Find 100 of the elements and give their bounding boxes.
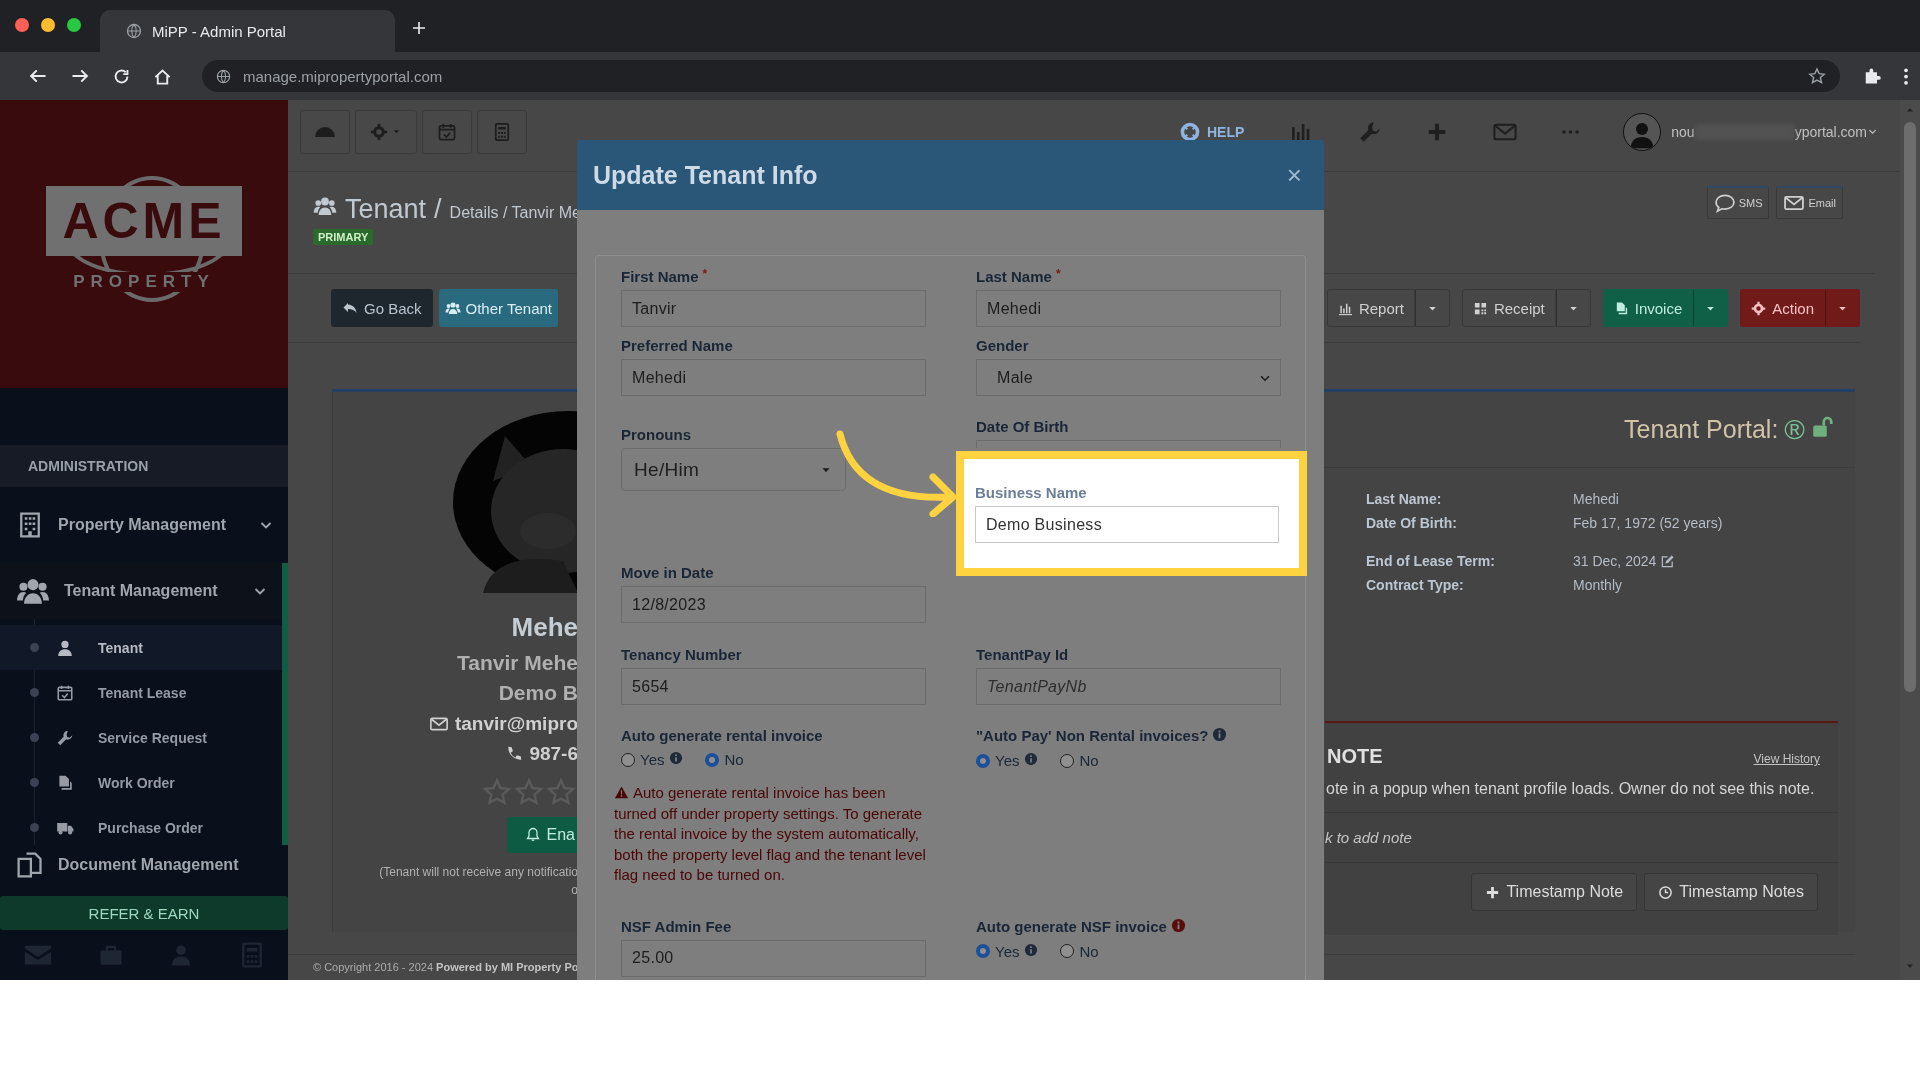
minimize-window-button[interactable] [41,18,55,32]
field-label: Preferred Name [621,337,733,355]
field-label: TenantPay Id [976,646,1069,664]
timestamp-note-button[interactable]: Timestamp Note [1471,873,1638,911]
input-field[interactable]: Demo Business [975,506,1279,543]
menu-icon [1904,67,1908,85]
close-button[interactable]: × [1286,159,1302,191]
refer-button[interactable]: REFER & EARN [0,896,288,930]
maximize-window-button[interactable] [67,18,81,32]
more-icon [1562,129,1580,134]
bookmark-star-icon [1808,67,1826,85]
browser-tab[interactable]: MiPP - Admin Portal [100,10,395,52]
radio-button[interactable] [621,752,635,767]
star-icon [546,777,576,807]
message-button[interactable]: Email [1776,186,1843,219]
sidebar-item[interactable]: Tenant Lease [0,670,282,715]
field-label: Move in Date [621,564,714,582]
radio-label[interactable]: No [1079,752,1099,769]
globe-icon [126,23,142,39]
input-field[interactable]: Mehedi [621,359,926,396]
registered-mark: ® [1784,413,1805,446]
dropdown-toggle[interactable] [1555,289,1591,327]
dashboard-button[interactable] [300,109,350,154]
timestamp-notes-button[interactable]: Timestamp Notes [1644,873,1818,911]
lifebuoy-icon [1178,120,1201,143]
required-mark: * [1055,268,1061,280]
add-note-link[interactable]: k to add note [1325,813,1838,863]
close-window-button[interactable] [15,18,29,32]
tenant-name: Mehe [511,612,578,643]
sidebar-item[interactable]: Service Request [0,715,282,760]
portal-title: Tenant Portal: [1624,415,1779,444]
note-title: NOTE [1327,745,1383,768]
scrollbar[interactable] [1900,100,1920,980]
detail-value: Feb 17, 1972 (52 years) [1573,515,1723,531]
detail-label: Date Of Birth: [1366,515,1458,531]
radio-button[interactable] [705,752,720,767]
go-back-button[interactable]: Go Back [331,289,433,327]
modal-title: Update Tenant Info [593,160,818,190]
email-link[interactable]: tanvir@mipro [454,713,578,735]
action-button[interactable]: Receipt [1461,289,1556,327]
action-button[interactable]: Action [1740,289,1825,327]
input-field[interactable]: 5654 [621,668,926,705]
radio-button[interactable] [1060,753,1075,768]
message-button[interactable]: SMS [1706,186,1770,219]
calendar-button[interactable] [422,109,472,154]
gear-icon [1751,300,1767,316]
sidebar-item[interactable]: Tenant [0,625,282,670]
view-history-link[interactable]: View History [1753,752,1820,766]
unlocked-lock-icon [1811,414,1835,439]
input-field[interactable]: TenantPayNb [976,668,1281,705]
qr-code-icon [1472,300,1488,316]
input-field[interactable]: 25.00 [621,939,926,977]
dropdown-field[interactable]: He/Him [621,448,846,491]
radio-button[interactable] [976,753,990,768]
radio-label[interactable]: No [724,751,744,768]
plus-icon [1485,884,1501,900]
home-icon [153,66,172,86]
users-icon [444,300,461,316]
input-field[interactable]: Tanvir [621,290,926,327]
detail-value: Mehedi [1573,491,1619,507]
timeline-dot [30,778,39,787]
sidebar-group[interactable]: Property Management [0,499,288,551]
avatar[interactable] [1623,112,1662,151]
radio-button[interactable] [976,944,990,958]
settings-icon [370,122,388,141]
calculator-icon [492,121,512,142]
timeline-dot [30,688,39,697]
input-field[interactable]: 12/8/2023 [621,586,926,623]
chat-bubble-icon [1713,192,1736,214]
scrollbar-thumb[interactable] [1904,122,1916,692]
help-link[interactable]: HELP [1178,120,1245,143]
new-tab-icon[interactable] [411,20,427,36]
select-field[interactable]: Male [976,359,1281,396]
other-tenants-button[interactable]: Other Tenant [438,289,558,327]
page-title: Tenant [345,194,427,225]
field-label: Date Of Birth [976,418,1069,436]
action-button[interactable]: Report [1326,289,1415,327]
bell-icon [524,827,541,843]
input-field[interactable]: Mehedi [976,290,1281,327]
notification-button[interactable]: Ena [506,817,578,853]
user-menu[interactable]: nou yportal.com [1671,123,1878,140]
field-label: Gender [976,337,1029,355]
radio-button[interactable] [1060,944,1075,958]
address-bar[interactable]: manage.mipropertyportal.com [202,60,1840,92]
sidebar-item[interactable]: Work Order [0,760,282,805]
user-icon [56,638,74,657]
calculator-button[interactable] [477,109,527,154]
field-label: Tenancy Number [621,646,742,664]
wrench-icon [56,728,74,747]
action-button[interactable]: Invoice [1602,289,1694,327]
settings-button[interactable] [355,109,417,154]
field-label: Last Name [976,268,1052,286]
dropdown-toggle[interactable] [1414,289,1450,327]
wrench-icon [1358,119,1383,144]
field-label: Pronouns [621,426,691,444]
documents-icon [16,851,44,879]
radio-label[interactable]: Yes [640,751,665,768]
radio-label[interactable]: Yes [995,752,1020,769]
field-label: Business Name [975,484,1087,502]
tenant-full-name: Tanvir Mehe [457,651,578,675]
